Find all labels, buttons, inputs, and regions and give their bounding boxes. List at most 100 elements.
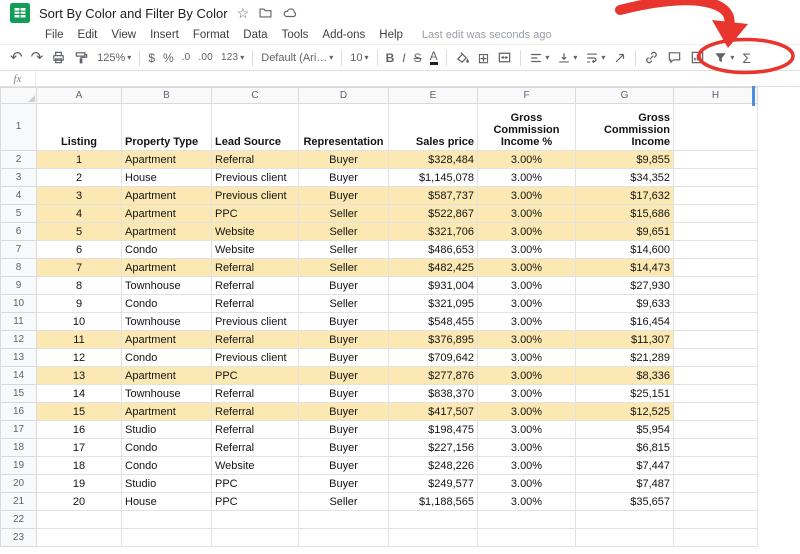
- cell[interactable]: [36, 510, 122, 529]
- cell[interactable]: Seller: [298, 294, 389, 313]
- menu-file[interactable]: File: [38, 29, 71, 41]
- cell[interactable]: $709,642: [388, 348, 478, 367]
- cell[interactable]: $15,686: [575, 204, 674, 223]
- cell[interactable]: Condo: [121, 456, 212, 475]
- cell[interactable]: $6,815: [575, 438, 674, 457]
- cell[interactable]: [673, 330, 758, 349]
- italic-button[interactable]: I: [398, 46, 409, 70]
- last-edit-status[interactable]: Last edit was seconds ago: [422, 29, 552, 41]
- cell[interactable]: Apartment: [121, 222, 212, 241]
- cell[interactable]: [477, 528, 576, 547]
- cell[interactable]: Listing: [36, 103, 122, 151]
- cell[interactable]: Previous client: [211, 186, 299, 205]
- cell[interactable]: Buyer: [298, 150, 389, 169]
- cell[interactable]: PPC: [211, 492, 299, 511]
- menu-format[interactable]: Format: [186, 29, 236, 41]
- cell[interactable]: House: [121, 492, 212, 511]
- menu-insert[interactable]: Insert: [143, 29, 186, 41]
- cell[interactable]: Buyer: [298, 330, 389, 349]
- cell[interactable]: Gross Commission Income %: [477, 103, 576, 151]
- move-folder-icon[interactable]: [258, 6, 273, 20]
- cell[interactable]: 19: [36, 474, 122, 493]
- cell[interactable]: Townhouse: [121, 384, 212, 403]
- cell[interactable]: $14,473: [575, 258, 674, 277]
- cell[interactable]: [388, 510, 478, 529]
- cell[interactable]: [121, 510, 212, 529]
- cell[interactable]: Sales price: [388, 103, 478, 151]
- cell[interactable]: $14,600: [575, 240, 674, 259]
- row-header[interactable]: 6: [0, 222, 37, 241]
- cell[interactable]: 3.00%: [477, 294, 576, 313]
- cell[interactable]: 14: [36, 384, 122, 403]
- cell[interactable]: [121, 528, 212, 547]
- cell[interactable]: [298, 528, 389, 547]
- cell[interactable]: 1: [36, 150, 122, 169]
- cell[interactable]: [673, 438, 758, 457]
- menu-help[interactable]: Help: [372, 29, 410, 41]
- cell[interactable]: 9: [36, 294, 122, 313]
- cell[interactable]: [673, 366, 758, 385]
- select-all-corner[interactable]: [0, 87, 37, 104]
- cell[interactable]: Buyer: [298, 348, 389, 367]
- cell[interactable]: $838,370: [388, 384, 478, 403]
- format-currency-button[interactable]: $: [144, 46, 159, 70]
- cell[interactable]: Apartment: [121, 186, 212, 205]
- cell[interactable]: Buyer: [298, 456, 389, 475]
- cell[interactable]: $7,447: [575, 456, 674, 475]
- cell[interactable]: Townhouse: [121, 312, 212, 331]
- cell[interactable]: [673, 186, 758, 205]
- cell[interactable]: 17: [36, 438, 122, 457]
- cell[interactable]: Website: [211, 222, 299, 241]
- star-icon[interactable]: ☆: [237, 6, 250, 20]
- cell[interactable]: Condo: [121, 348, 212, 367]
- cell[interactable]: 3.00%: [477, 474, 576, 493]
- font-size-selector[interactable]: 10 ▾: [346, 46, 372, 70]
- cell[interactable]: Seller: [298, 258, 389, 277]
- cell[interactable]: Previous client: [211, 312, 299, 331]
- cell[interactable]: [388, 528, 478, 547]
- row-header[interactable]: 7: [0, 240, 37, 259]
- cell[interactable]: $522,867: [388, 204, 478, 223]
- functions-button[interactable]: Σ: [738, 46, 755, 70]
- cell[interactable]: 3.00%: [477, 492, 576, 511]
- cell[interactable]: 3.00%: [477, 384, 576, 403]
- cell[interactable]: PPC: [211, 204, 299, 223]
- row-header[interactable]: 4: [0, 186, 37, 205]
- cell[interactable]: $482,425: [388, 258, 478, 277]
- cell[interactable]: 3.00%: [477, 150, 576, 169]
- text-wrap-button[interactable]: ▾: [581, 46, 609, 70]
- cell[interactable]: 18: [36, 456, 122, 475]
- cell[interactable]: Buyer: [298, 384, 389, 403]
- cell[interactable]: 3.00%: [477, 222, 576, 241]
- row-header[interactable]: 16: [0, 402, 37, 421]
- column-header-h[interactable]: H: [673, 87, 758, 104]
- cell[interactable]: $27,930: [575, 276, 674, 295]
- cell[interactable]: $198,475: [388, 420, 478, 439]
- row-header[interactable]: 23: [0, 528, 37, 547]
- cell[interactable]: [36, 528, 122, 547]
- cell[interactable]: 20: [36, 492, 122, 511]
- cell[interactable]: 8: [36, 276, 122, 295]
- cell[interactable]: 12: [36, 348, 122, 367]
- menu-tools[interactable]: Tools: [275, 29, 316, 41]
- cell[interactable]: Referral: [211, 150, 299, 169]
- zoom-selector[interactable]: 125% ▾: [93, 46, 135, 70]
- cell[interactable]: 2: [36, 168, 122, 187]
- format-percent-button[interactable]: %: [159, 46, 178, 70]
- cell[interactable]: Seller: [298, 492, 389, 511]
- cell[interactable]: $248,226: [388, 456, 478, 475]
- cell[interactable]: Seller: [298, 222, 389, 241]
- cell[interactable]: Referral: [211, 438, 299, 457]
- column-header-g[interactable]: G: [575, 87, 674, 104]
- cell[interactable]: Apartment: [121, 402, 212, 421]
- cell[interactable]: Apartment: [121, 204, 212, 223]
- cell[interactable]: Seller: [298, 240, 389, 259]
- create-filter-button[interactable]: ▾: [709, 46, 738, 70]
- cell[interactable]: Referral: [211, 420, 299, 439]
- increase-decimal-button[interactable]: .00: [194, 46, 217, 70]
- menu-edit[interactable]: Edit: [71, 29, 105, 41]
- cell[interactable]: 3.00%: [477, 258, 576, 277]
- cell[interactable]: $417,507: [388, 402, 478, 421]
- row-header[interactable]: 2: [0, 150, 37, 169]
- row-header[interactable]: 21: [0, 492, 37, 511]
